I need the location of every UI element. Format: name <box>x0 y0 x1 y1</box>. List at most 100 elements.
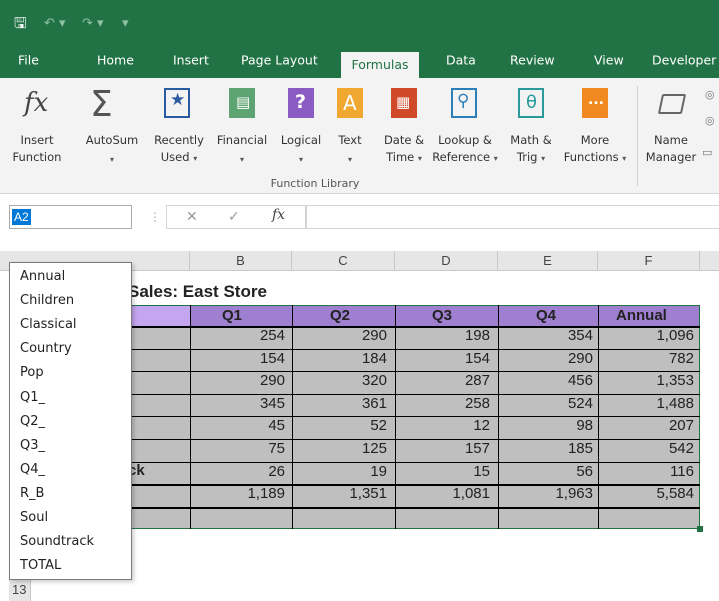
table-cell[interactable]: 782 <box>669 348 694 370</box>
column-header-b[interactable]: B <box>190 251 292 271</box>
dropdown-name-item[interactable]: Soul <box>20 509 48 527</box>
table-cell[interactable]: 5,584 <box>656 483 694 505</box>
column-header-g[interactable] <box>700 251 719 271</box>
table-cell[interactable]: 345 <box>260 393 285 415</box>
undo-icon[interactable]: ↶ ▾ <box>44 16 66 31</box>
financial-book-icon: ▤ <box>229 88 255 118</box>
table-cell[interactable]: 1,353 <box>656 370 694 392</box>
formula-input[interactable] <box>306 205 719 229</box>
table-cell[interactable]: 75 <box>268 438 285 460</box>
dropdown-name-item[interactable]: Q3_ <box>20 437 45 455</box>
table-cell[interactable]: 1,096 <box>656 325 694 347</box>
table-cell[interactable]: 56 <box>576 461 593 483</box>
table-cell[interactable]: 116 <box>670 461 694 483</box>
table-cell[interactable]: 1,963 <box>555 483 593 505</box>
table-cell[interactable]: 320 <box>362 370 387 392</box>
table-cell[interactable]: 15 <box>473 461 490 483</box>
table-cell[interactable]: 254 <box>260 325 285 347</box>
table-cell[interactable]: 45 <box>268 415 285 437</box>
table-cell[interactable]: 125 <box>362 438 387 460</box>
table-cell[interactable]: 1,081 <box>452 483 490 505</box>
row-border <box>128 462 700 463</box>
fill-handle[interactable] <box>697 526 703 532</box>
table-cell[interactable]: 154 <box>260 348 285 370</box>
text-book-icon: A <box>337 88 363 118</box>
theta-book-icon: θ <box>518 88 544 118</box>
row-border <box>128 507 700 509</box>
table-cell[interactable]: 157 <box>465 438 490 460</box>
customize-quick-access-icon[interactable]: ▾ <box>122 16 129 31</box>
table-cell[interactable]: 456 <box>568 370 593 392</box>
table-cell[interactable]: 258 <box>465 393 490 415</box>
name-tag-icon <box>657 94 687 114</box>
row-border <box>128 439 700 440</box>
dropdown-name-item[interactable]: Classical <box>20 316 77 334</box>
table-cell[interactable]: 98 <box>576 415 593 437</box>
dropdown-name-item[interactable]: Q2_ <box>20 413 45 431</box>
table-cell[interactable]: 524 <box>568 393 593 415</box>
table-cell[interactable]: 1,488 <box>656 393 694 415</box>
tab-page-layout[interactable]: Page Layout <box>241 53 318 68</box>
table-cell[interactable]: 542 <box>669 438 694 460</box>
dropdown-name-item[interactable]: Q1_ <box>20 389 45 407</box>
dropdown-name-item[interactable]: Country <box>20 340 72 358</box>
row-header-13[interactable]: 13 <box>9 580 31 601</box>
tab-file[interactable]: File <box>18 53 39 68</box>
header-q1: Q1 <box>222 307 243 324</box>
table-cell[interactable]: 354 <box>568 325 593 347</box>
table-cell[interactable]: 185 <box>568 438 593 460</box>
selection-border <box>128 305 700 529</box>
table-cell[interactable]: 207 <box>669 415 694 437</box>
table-cell[interactable]: 361 <box>362 393 387 415</box>
title-bar: 🖫 ↶ ▾ ↷ ▾ ▾ <box>0 0 719 50</box>
column-border <box>190 305 191 529</box>
dropdown-name-item[interactable]: Soundtrack <box>20 533 94 551</box>
table-cell[interactable]: 154 <box>465 348 490 370</box>
tab-review[interactable]: Review <box>510 53 555 68</box>
tab-data[interactable]: Data <box>446 53 476 68</box>
table-cell[interactable]: 26 <box>268 461 285 483</box>
column-border <box>498 305 499 529</box>
header-bottom-border <box>128 326 700 328</box>
header-q3: Q3 <box>432 307 453 324</box>
dropdown-name-item[interactable]: Annual <box>20 268 65 286</box>
tab-formulas[interactable]: Formulas <box>341 52 419 78</box>
table-cell[interactable]: 19 <box>370 461 387 483</box>
sigma-icon: Σ <box>90 84 113 125</box>
row-border <box>128 371 700 372</box>
table-cell[interactable]: 198 <box>465 325 490 347</box>
table-cell[interactable]: 1,351 <box>349 483 387 505</box>
table-cell[interactable]: 290 <box>362 325 387 347</box>
insert-function-fx-button[interactable]: fx <box>272 207 285 223</box>
table-cell[interactable]: 290 <box>260 370 285 392</box>
logical-book-icon: ? <box>288 88 314 118</box>
tab-home[interactable]: Home <box>97 53 134 68</box>
enter-button[interactable]: ✓ <box>228 209 240 225</box>
row-border <box>128 416 700 417</box>
name-box-dropdown[interactable]: Annual Children Classical Country Pop Q1_ Q2_ Q… <box>9 262 132 580</box>
dropdown-name-item[interactable]: Children <box>20 292 74 310</box>
tab-developer[interactable]: Developer <box>652 53 716 68</box>
save-icon[interactable]: 🖫 <box>14 13 27 38</box>
column-header-c[interactable]: C <box>292 251 395 271</box>
column-header-f[interactable]: F <box>598 251 700 271</box>
column-header-d[interactable]: D <box>395 251 498 271</box>
table-cell[interactable]: 1,189 <box>247 483 285 505</box>
tab-view[interactable]: View <box>594 53 624 68</box>
dropdown-name-item[interactable]: TOTAL <box>20 557 61 575</box>
table-cell[interactable]: 287 <box>465 370 490 392</box>
cancel-entry-button[interactable]: ✕ <box>186 209 198 225</box>
column-border <box>292 305 293 529</box>
formula-bar-grip: ⋮ <box>149 210 161 224</box>
table-cell[interactable]: 290 <box>568 348 593 370</box>
dropdown-name-item[interactable]: Pop <box>20 364 44 382</box>
table-cell[interactable]: 12 <box>473 415 490 437</box>
table-cell[interactable]: 184 <box>362 348 387 370</box>
dropdown-name-item[interactable]: Q4_ <box>20 461 45 479</box>
redo-icon[interactable]: ↷ ▾ <box>82 16 104 31</box>
tab-insert[interactable]: Insert <box>173 53 209 68</box>
dropdown-name-item[interactable]: R_B <box>20 485 44 503</box>
table-cell[interactable]: 52 <box>370 415 387 437</box>
column-header-e[interactable]: E <box>498 251 598 271</box>
calendar-book-icon: ▦ <box>391 88 417 118</box>
